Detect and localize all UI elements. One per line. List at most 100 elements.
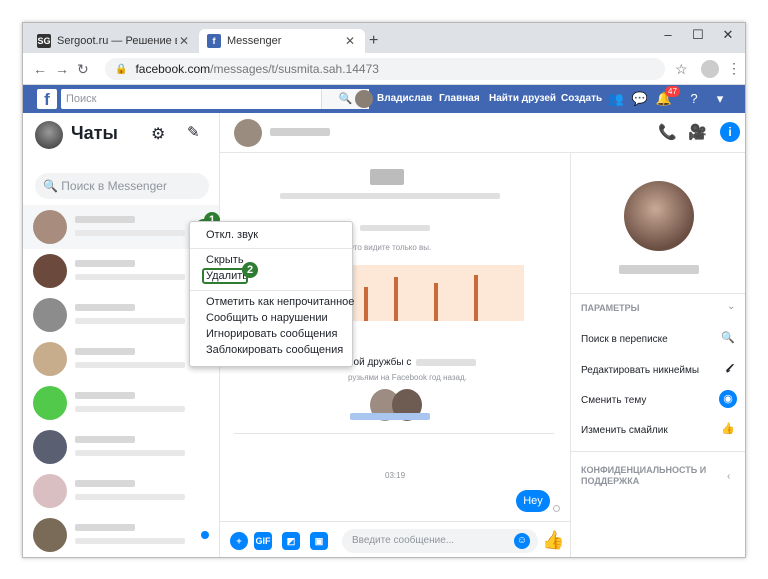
menu-item-block[interactable]: Заблокировать сообщения <box>206 344 343 356</box>
blurred-preview <box>75 494 185 500</box>
avatar <box>33 386 67 420</box>
chevron-left-icon[interactable]: ‹ <box>727 471 730 482</box>
plus-icon[interactable]: + <box>230 532 248 550</box>
edit-nicknames[interactable]: Редактировать никнеймы <box>581 365 699 376</box>
params-header[interactable]: ПАРАМЕТРЫ <box>581 303 640 314</box>
url-field[interactable]: 🔒 facebook.com/messages/t/susmita.sah.14… <box>105 58 665 80</box>
banner-tree <box>394 277 398 321</box>
banner-tree <box>364 287 368 321</box>
browser-tab-bar: SG Sergoot.ru — Решение ваших п ✕ f Mess… <box>23 23 745 53</box>
step-marker-2: 2 <box>242 262 258 278</box>
tab-title: Sergoot.ru — Решение ваших п <box>57 35 177 47</box>
messenger-icon[interactable]: 💬 <box>631 90 649 108</box>
menu-divider <box>190 248 352 249</box>
lock-icon: 🔒 <box>115 63 128 75</box>
change-theme[interactable]: Сменить тему <box>581 395 646 406</box>
nav-create[interactable]: Создать <box>561 85 602 113</box>
forward-arrow-icon[interactable]: → <box>55 61 69 77</box>
search-in-chat[interactable]: Поиск в переписке <box>581 334 668 345</box>
maximize-button[interactable]: ☐ <box>683 27 713 43</box>
browser-menu-icon[interactable]: ⋮ <box>727 60 741 77</box>
avatar <box>33 298 67 332</box>
account-dropdown-icon[interactable]: ▾ <box>711 90 729 108</box>
info-icon[interactable]: i <box>720 122 740 142</box>
blurred-name <box>75 260 135 267</box>
friendship-subtext: рузьями на Facebook год назад. <box>348 373 467 382</box>
avatar <box>33 518 67 552</box>
page-title: Чаты <box>71 123 118 143</box>
nickname-icon[interactable]: 𝓵 <box>719 360 737 378</box>
facebook-favicon-icon: f <box>207 34 221 48</box>
list-item[interactable] <box>23 557 219 558</box>
list-item[interactable] <box>23 425 219 469</box>
browser-window: SG Sergoot.ru — Решение ваших п ✕ f Mess… <box>22 22 746 558</box>
blurred-link[interactable] <box>350 413 430 420</box>
profile-avatar[interactable] <box>701 60 719 78</box>
my-avatar[interactable] <box>35 121 63 149</box>
unread-indicator <box>201 531 209 539</box>
list-item[interactable] <box>23 513 219 557</box>
panel-divider <box>571 451 745 452</box>
nav-user[interactable]: Владислав <box>377 85 432 113</box>
blurred-preview <box>75 406 185 412</box>
menu-item-hide[interactable]: Скрыть <box>206 254 244 266</box>
back-arrow-icon[interactable]: ← <box>33 61 47 77</box>
nav-find-friends[interactable]: Найти друзей <box>489 85 556 113</box>
tab-sergoot[interactable]: SG Sergoot.ru — Решение ваших п ✕ <box>29 29 199 53</box>
facebook-search-input[interactable]: Поиск <box>61 89 351 109</box>
menu-item-ignore[interactable]: Игнорировать сообщения <box>206 328 337 340</box>
help-icon[interactable]: ? <box>685 90 703 108</box>
chevron-down-icon[interactable]: ⌄ <box>727 301 735 312</box>
sticker-icon[interactable]: ◩ <box>282 532 300 550</box>
chat-header: 📞 🎥 i <box>220 113 745 153</box>
message-input[interactable]: Введите сообщение... <box>342 529 538 553</box>
messenger-search-input[interactable]: 🔍 Поиск в Messenger <box>35 173 209 199</box>
message-composer: + GIF ◩ ▣ Введите сообщение... ☺ 👍 <box>220 521 570 557</box>
list-item[interactable] <box>23 381 219 425</box>
sent-message-bubble[interactable]: Hey <box>516 490 550 512</box>
compose-icon[interactable]: ✎ <box>187 123 200 141</box>
seen-indicator <box>553 505 560 512</box>
menu-item-report[interactable]: Сообщить о нарушении <box>206 312 328 324</box>
new-tab-button[interactable]: + <box>369 32 378 50</box>
blurred-text <box>360 225 430 231</box>
blurred-name <box>75 436 135 443</box>
contact-profile-photo[interactable] <box>624 181 694 251</box>
gif-icon[interactable]: GIF <box>254 532 272 550</box>
photo-icon[interactable]: ▣ <box>310 532 328 550</box>
nav-home[interactable]: Главная <box>439 85 480 113</box>
tab-messenger[interactable]: f Messenger ✕ <box>199 29 365 53</box>
theme-color-icon[interactable]: ◉ <box>719 390 737 408</box>
minimize-button[interactable]: – <box>653 27 683 42</box>
blurred-name <box>416 359 476 366</box>
close-icon[interactable]: ✕ <box>177 34 191 48</box>
search-placeholder: Поиск в Messenger <box>61 179 167 193</box>
avatar <box>33 254 67 288</box>
gear-icon[interactable]: ⚙ <box>151 124 165 144</box>
blurred-name <box>75 348 135 355</box>
close-window-button[interactable]: ✕ <box>713 27 743 43</box>
phone-icon[interactable]: 📞 <box>658 123 677 141</box>
message-timestamp: 03:19 <box>385 471 406 480</box>
menu-item-mute[interactable]: Откл. звук <box>206 229 258 241</box>
close-icon[interactable]: ✕ <box>343 34 357 48</box>
privacy-header[interactable]: КОНФИДЕНЦИАЛЬНОСТЬ И ПОДДЕРЖКА <box>581 465 711 487</box>
menu-item-mark-unread[interactable]: Отметить как непрочитанное <box>206 296 354 308</box>
conversation-context-menu: Откл. звук Скрыть Удалить 2 Отметить как… <box>189 221 354 367</box>
reload-icon[interactable]: ↻ <box>77 61 89 78</box>
bookmark-star-icon[interactable]: ☆ <box>675 61 688 78</box>
thumbs-up-icon[interactable]: 👍 <box>542 530 564 551</box>
search-icon[interactable]: 🔍 <box>719 329 737 347</box>
facebook-logo[interactable]: f <box>37 89 57 109</box>
friend-requests-icon[interactable]: 👥 <box>607 90 625 108</box>
emoji-icon[interactable]: ☺ <box>514 533 530 549</box>
thumbs-up-icon[interactable]: 👍 <box>719 420 737 438</box>
user-avatar[interactable] <box>355 90 373 108</box>
list-item[interactable] <box>23 469 219 513</box>
change-emoji[interactable]: Изменить смайлик <box>581 425 668 436</box>
video-camera-icon[interactable]: 🎥 <box>688 123 707 141</box>
blurred-contact-name <box>619 265 699 274</box>
url-domain: facebook.com <box>135 62 211 76</box>
blurred-name <box>75 524 135 531</box>
contact-avatar[interactable] <box>234 119 262 147</box>
